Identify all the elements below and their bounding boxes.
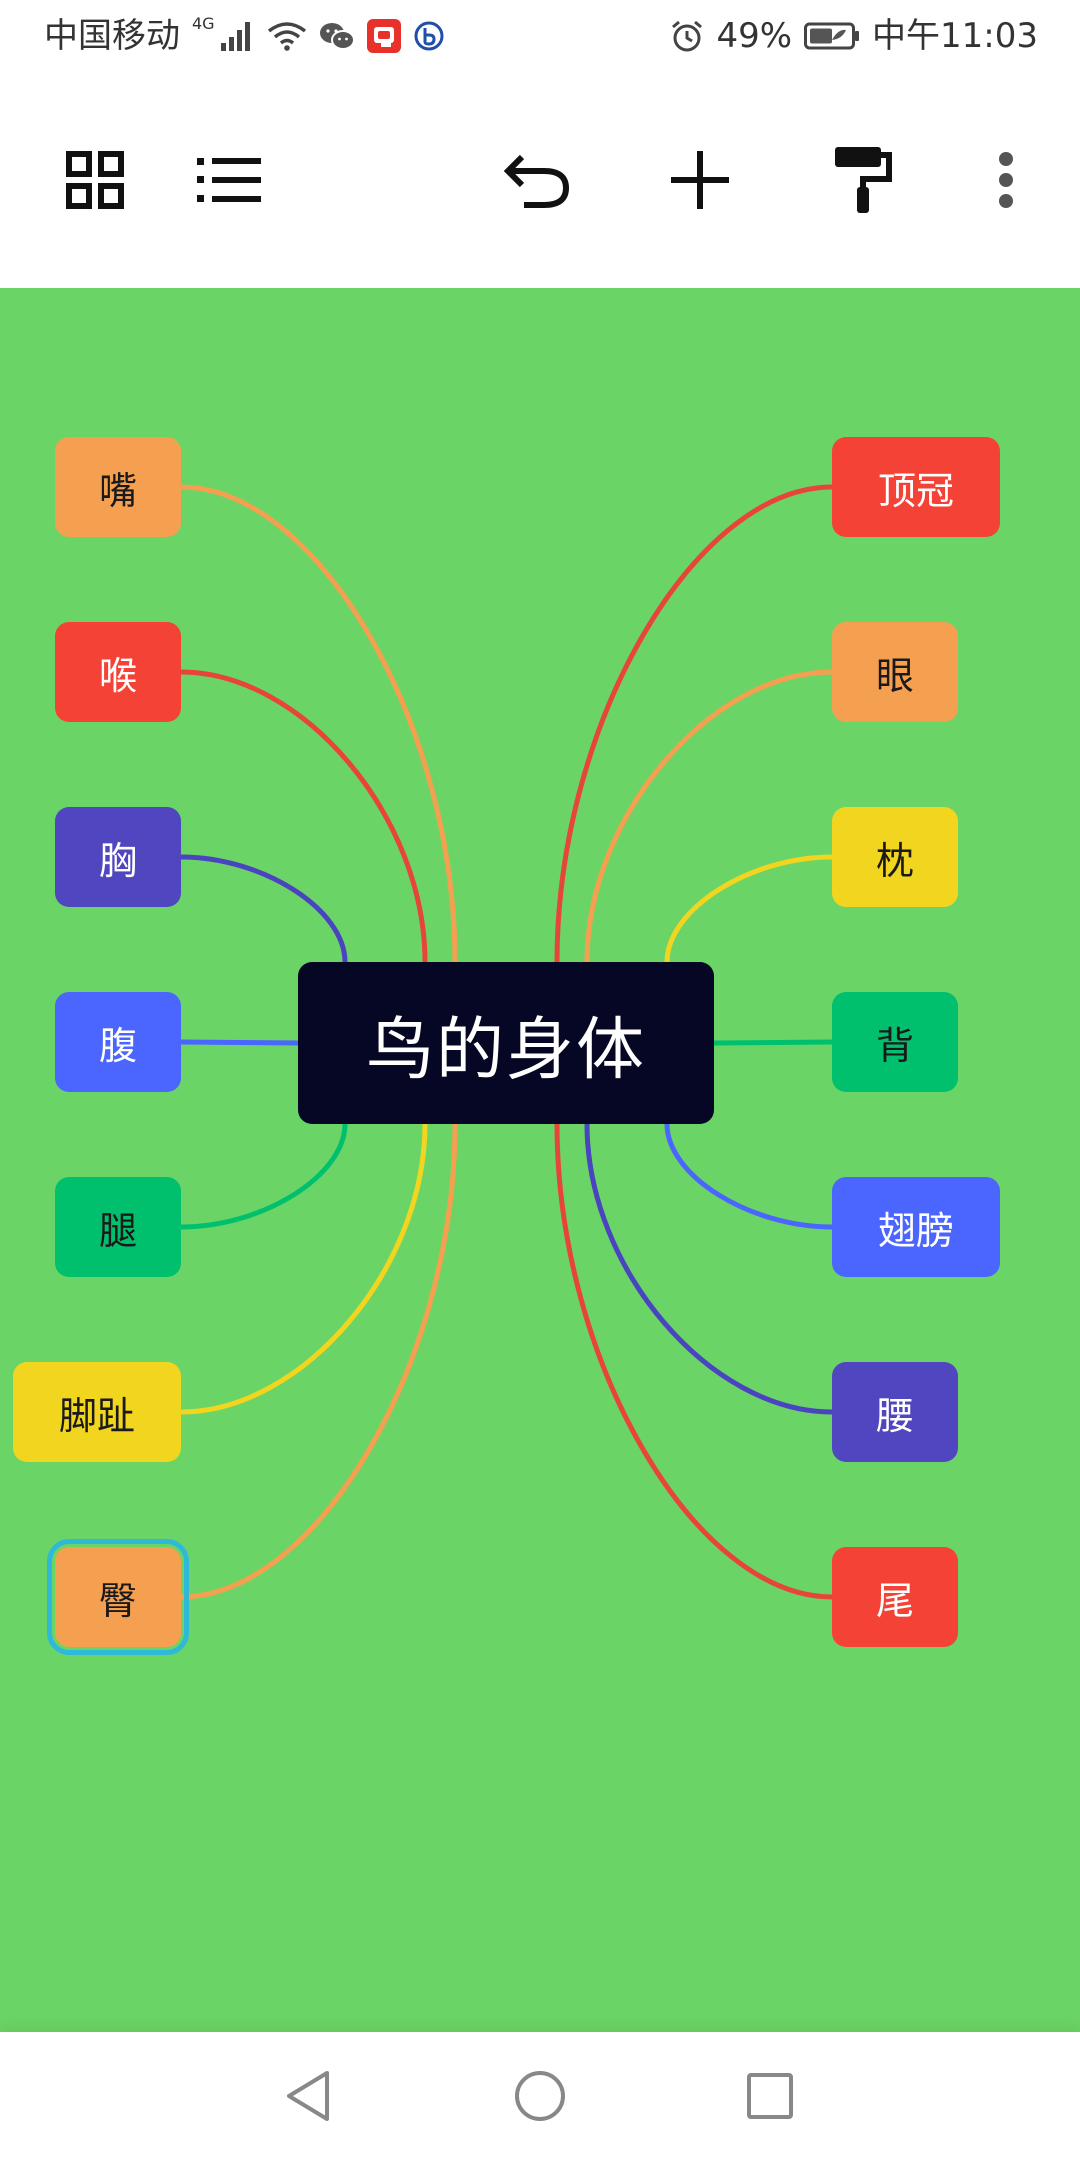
node-rump[interactable]: 腰	[832, 1362, 958, 1462]
node-beak[interactable]: 嘴	[55, 437, 181, 537]
node-label: 腰	[875, 1393, 914, 1438]
recents-button[interactable]	[730, 2056, 810, 2136]
app-notification-icon	[366, 19, 401, 53]
undo-icon	[504, 151, 570, 209]
node-label: 枕	[875, 838, 914, 883]
node-crown[interactable]: 顶冠	[832, 437, 1000, 537]
node-label: 胸	[98, 838, 137, 883]
connector-line	[711, 1039, 835, 1046]
format-paint-icon	[833, 145, 893, 215]
back-button[interactable]	[268, 2056, 348, 2136]
connector-line	[178, 1039, 301, 1046]
app-notification-icon-2	[413, 20, 445, 52]
node-label: 背	[875, 1023, 914, 1068]
undo-button[interactable]	[489, 132, 585, 228]
more-options-icon	[998, 151, 1014, 209]
node-label: 翅膀	[877, 1208, 954, 1253]
alarm-icon	[670, 19, 704, 53]
format-paint-button[interactable]	[815, 132, 911, 228]
root-node-label: 鸟的身体	[365, 1010, 646, 1090]
root-node[interactable]: 鸟的身体	[298, 962, 714, 1124]
node-eye[interactable]: 眼	[832, 622, 958, 722]
node-label: 腿	[98, 1208, 137, 1253]
node-label: 脚趾	[58, 1393, 135, 1438]
navigation-bar	[0, 2032, 1080, 2160]
signal-icon	[220, 21, 255, 51]
connector-line	[178, 669, 428, 965]
home-icon	[513, 2069, 567, 2123]
node-label: 尾	[875, 1578, 914, 1623]
mindmap-canvas[interactable]: 鸟的身体 嘴 喉 胸 腹 腿 脚趾 臀 顶冠 眼 枕 背 翅膀 腰 尾	[0, 288, 1080, 2032]
connector-line	[178, 1121, 428, 1415]
node-throat[interactable]: 喉	[55, 622, 181, 722]
battery-percent: 49%	[716, 16, 793, 56]
node-leg[interactable]: 腿	[55, 1177, 181, 1277]
node-tail[interactable]: 尾	[832, 1547, 958, 1647]
network-type: 4G	[192, 14, 215, 33]
recents-icon	[745, 2071, 795, 2121]
node-toes[interactable]: 脚趾	[13, 1362, 181, 1462]
back-icon	[283, 2069, 333, 2123]
clock: 中午11:03	[872, 16, 1038, 56]
toolbar	[0, 72, 1080, 288]
connector-line	[178, 1121, 348, 1230]
more-options-button[interactable]	[958, 132, 1054, 228]
node-wing[interactable]: 翅膀	[832, 1177, 1000, 1277]
node-belly[interactable]: 腹	[55, 992, 181, 1092]
home-button[interactable]	[500, 2056, 580, 2136]
screen: 中国移动 4G 49% 中午11:03 鸟的身体 嘴 喉 胸 腹 腿 脚趾 臀 …	[0, 0, 1080, 2160]
add-icon	[671, 151, 729, 209]
status-left: 中国移动 4G	[44, 14, 445, 58]
node-breast[interactable]: 胸	[55, 807, 181, 907]
node-label: 喉	[98, 653, 137, 698]
node-label: 臀	[98, 1578, 137, 1623]
node-nape[interactable]: 枕	[832, 807, 958, 907]
wifi-icon	[267, 21, 307, 51]
grid-view-button[interactable]	[47, 132, 143, 228]
connector-lines	[178, 484, 835, 1600]
status-bar: 中国移动 4G 49% 中午11:03	[0, 0, 1080, 72]
connector-line	[584, 1121, 835, 1415]
connector-line	[584, 669, 835, 965]
node-label: 顶冠	[877, 468, 954, 513]
outline-list-icon	[197, 156, 261, 204]
node-label: 腹	[98, 1023, 137, 1068]
battery-icon	[804, 21, 860, 51]
node-back[interactable]: 背	[832, 992, 958, 1092]
connector-line	[664, 1121, 835, 1230]
node-label: 嘴	[98, 468, 137, 513]
connector-line	[178, 854, 348, 965]
grid-view-icon	[66, 151, 124, 209]
node-hip[interactable]: 臀	[47, 1539, 189, 1655]
carrier-name: 中国移动	[44, 16, 180, 56]
outline-list-button[interactable]	[181, 132, 277, 228]
status-right: 49% 中午11:03	[670, 14, 1038, 58]
node-label: 眼	[875, 653, 914, 698]
add-node-button[interactable]	[652, 132, 748, 228]
connector-line	[664, 854, 835, 965]
wechat-icon	[319, 21, 355, 51]
